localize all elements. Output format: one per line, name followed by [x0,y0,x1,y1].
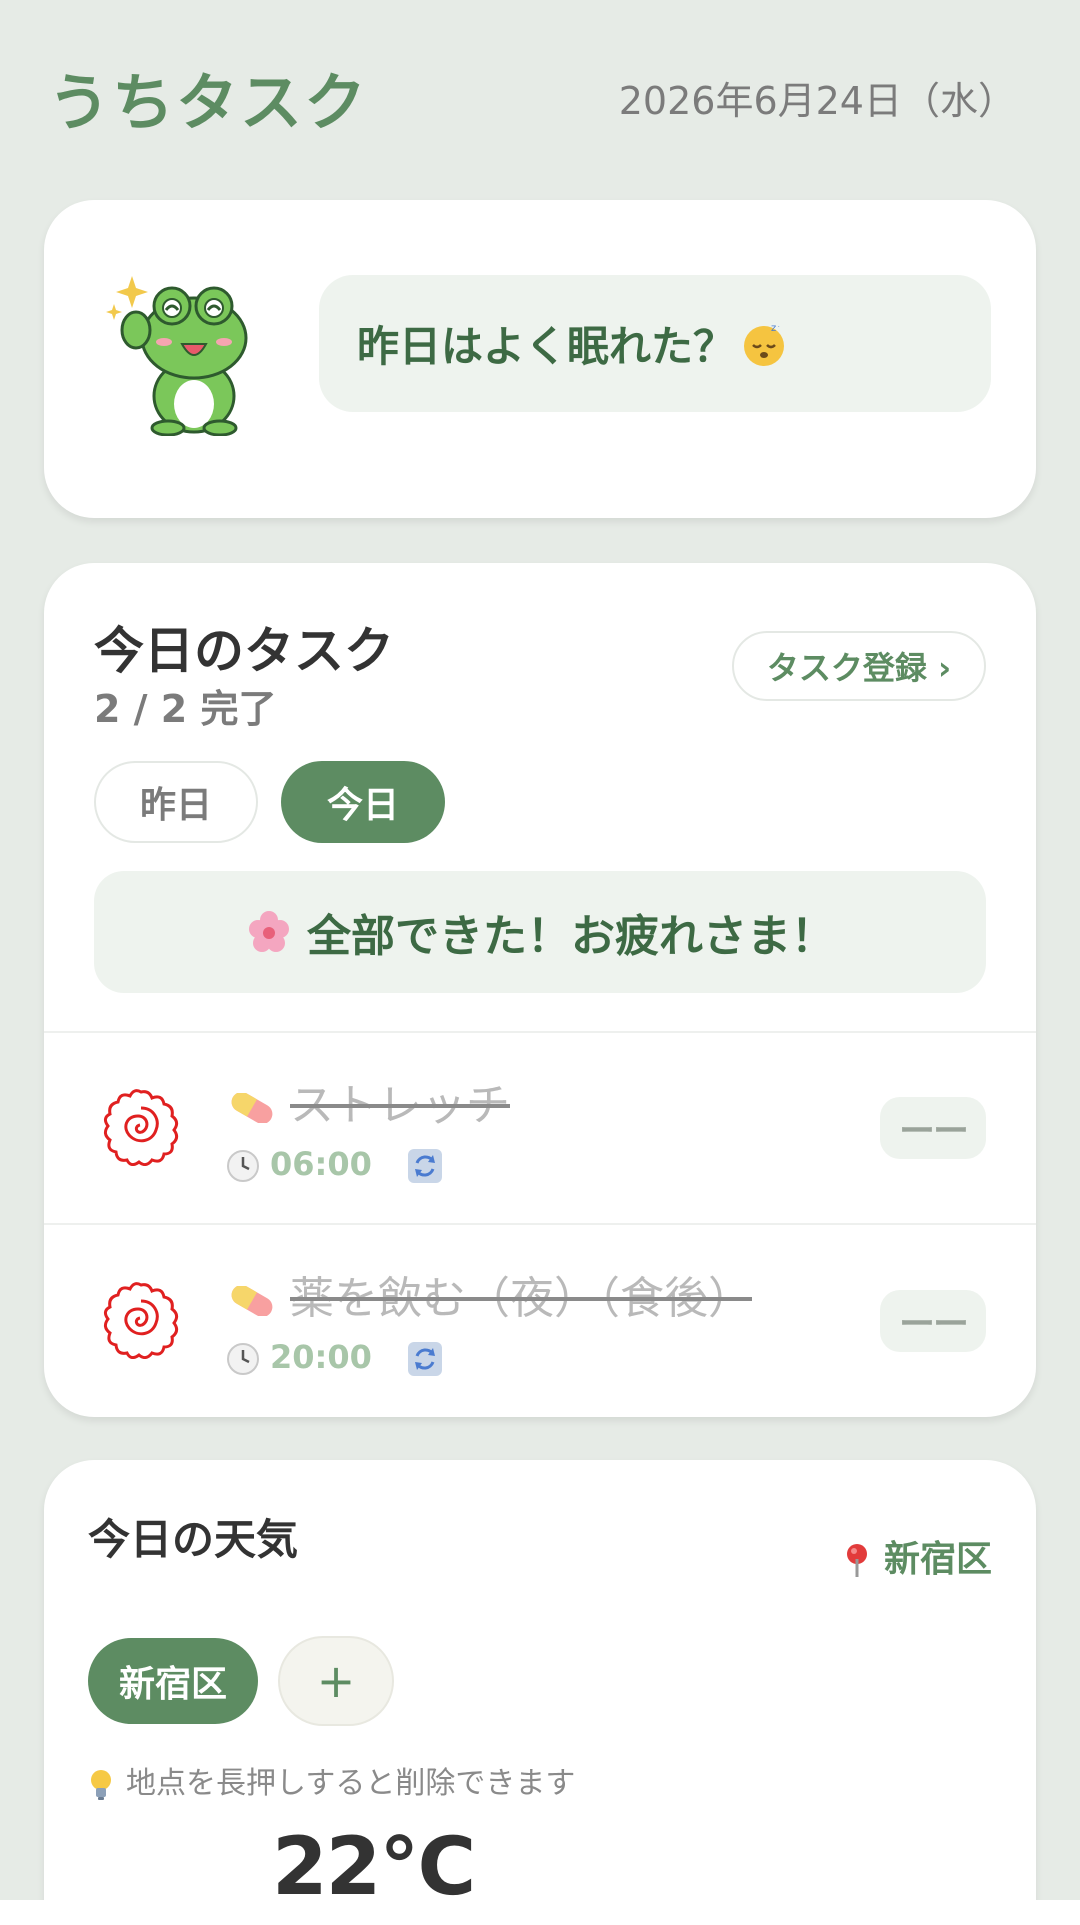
task-name: ストレッチ [226,1069,510,1133]
divider [44,1223,1036,1225]
tasks-card: 今日のタスク 2 / 2 完了 タスク登録 › 昨日 今日 全部できた！お疲れさ… [44,563,1036,1417]
weather-location[interactable]: 新宿区 [844,1530,992,1582]
clock-icon [227,1343,259,1375]
task-row[interactable]: ストレッチ 06:00 ーー [44,1033,1036,1223]
weather-title: 今日の天気 [88,1515,299,1564]
bottom-strip [0,1900,1080,1925]
repeat-icon [407,1342,442,1376]
svg-text:z: z [771,323,776,334]
frog-mascot-icon [106,276,248,436]
task-time: 20:00 [270,1338,372,1376]
task-status-chip[interactable]: ーー [880,1290,986,1352]
task-row[interactable]: 薬を飲む（夜）（食後） 20:00 ーー [44,1226,1036,1416]
task-name: 薬を飲む（夜）（食後） [226,1262,752,1326]
task-name-text: ストレッチ [290,1080,510,1131]
tasks-title: 今日のタスク [94,622,394,680]
app-title: うちタスク [48,66,369,139]
tab-today[interactable]: 今日 [281,761,445,843]
greeting-message: 昨日はよく眠れた？ [357,322,736,371]
greeting-bubble: 昨日はよく眠れた？ z z [319,275,991,412]
clock-icon [227,1150,259,1182]
temperature: 22℃ [272,1820,476,1900]
task-register-button[interactable]: タスク登録 › [732,631,986,701]
spiral-done-icon[interactable] [102,1281,180,1359]
tab-yesterday[interactable]: 昨日 [94,761,258,843]
hint-text: 地点を長押しすると削除できます [88,1758,575,1802]
bulb-icon [91,1769,111,1800]
pill-icon [231,1093,273,1123]
hint-text-label: 地点を長押しすると削除できます [126,1766,576,1801]
task-meta: 20:00 [226,1338,442,1376]
task-meta: 06:00 [226,1145,442,1183]
all-done-message: 全部できた！お疲れさま！ [307,911,835,962]
task-time: 06:00 [270,1145,372,1183]
app-screen: うちタスク 2026年6月24日（水） 昨日はよく眠れた？ z z 今日のタスク… [0,0,1080,1900]
location-chip[interactable]: 新宿区 [88,1638,258,1724]
greeting-card: 昨日はよく眠れた？ z z [44,200,1036,518]
weather-location-text: 新宿区 [883,1539,992,1580]
pill-icon [231,1286,273,1316]
pin-icon [846,1544,867,1577]
task-status-chip[interactable]: ーー [880,1097,986,1159]
repeat-icon [407,1149,442,1183]
header-date: 2026年6月24日（水） [618,79,1016,123]
svg-text:z: z [778,321,782,329]
flower-icon [249,911,289,952]
all-done-banner: 全部できた！お疲れさま！ [94,871,986,993]
weather-card: 今日の天気 新宿区 新宿区 + 地点を長押しすると削除できます 22℃ [44,1460,1036,1900]
spiral-done-icon[interactable] [102,1088,180,1166]
tasks-progress: 2 / 2 完了 [94,687,277,731]
add-location-button[interactable]: + [278,1636,394,1726]
sleeping-face-icon: z z [744,321,785,366]
task-name-text: 薬を飲む（夜）（食後） [290,1273,752,1324]
